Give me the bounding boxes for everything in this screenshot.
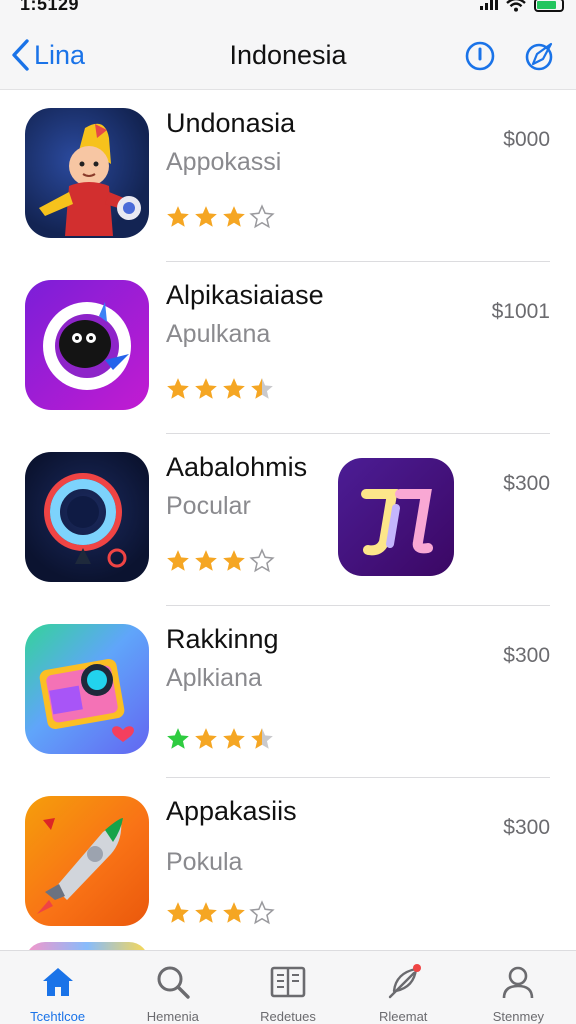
app-icon-rocket: [25, 796, 149, 926]
tab-search[interactable]: Hemenia: [115, 951, 230, 1024]
star-rating: [165, 376, 275, 402]
star-empty-icon: [249, 548, 275, 573]
navigation-bar: Lina Indonesia: [0, 18, 576, 90]
star-rating: [165, 548, 275, 574]
app-price[interactable]: $1001: [492, 300, 550, 324]
status-time: 1:5129: [20, 0, 80, 14]
app-row[interactable]: Rakkinng Aplkiana $300: [0, 606, 576, 778]
tab-label: Redetues: [260, 1009, 316, 1024]
orb-icon: [44, 473, 127, 568]
tab-feather[interactable]: Rleemat: [346, 951, 461, 1024]
app-name: Undonasia: [166, 108, 296, 138]
star-full-icon: [223, 550, 245, 571]
star-full-icon: [195, 550, 217, 571]
status-bar: 1:5129: [0, 0, 576, 18]
app-row[interactable]: Alpikasiaiase Apulkana $1001: [0, 262, 576, 434]
app-row[interactable]: Aabalohmis Pocular $300: [0, 434, 576, 606]
star-empty-icon: [249, 204, 275, 229]
app-row[interactable]: Undonasia Appokassi $000: [0, 90, 576, 262]
app-price[interactable]: $300: [503, 472, 550, 496]
app-row[interactable]: Appakasiis Pokula $300: [0, 778, 576, 950]
letter-logo-icon: [361, 489, 433, 556]
app-category: Appokassi: [166, 148, 282, 176]
star-half-icon: [251, 728, 273, 749]
wifi-icon: [506, 0, 526, 12]
app-name: Aabalohmis: [166, 452, 308, 482]
compass-icon[interactable]: [524, 40, 556, 72]
tab-label: Hemenia: [146, 1009, 199, 1024]
app-category: Pokula: [166, 848, 243, 876]
star-rating: [165, 900, 275, 926]
character-icon: [39, 123, 141, 236]
app-name: Rakkinng: [166, 624, 279, 654]
star-rating: [165, 204, 275, 230]
star-full-icon: [195, 902, 217, 923]
star-half-icon: [251, 378, 273, 399]
star-full-icon: [223, 206, 245, 227]
star-full-icon: [167, 378, 189, 399]
status-icons: [480, 0, 564, 12]
search-icon: [157, 966, 190, 999]
star-full-icon: [223, 902, 245, 923]
book-icon: [270, 966, 306, 998]
star-empty-icon: [249, 900, 275, 925]
home-icon: [42, 968, 73, 996]
app-category: Pocular: [166, 492, 251, 520]
app-price[interactable]: $300: [503, 644, 550, 668]
person-icon: [503, 966, 534, 999]
tab-bar: Tcehtlcoe Hemenia Redetues Rleemat Stenm…: [0, 950, 576, 1024]
app-name: Appakasiis: [166, 796, 297, 826]
app-price[interactable]: $000: [503, 128, 550, 152]
star-full-icon: [167, 550, 189, 571]
tab-account[interactable]: Stenmey: [461, 951, 576, 1024]
app-category: Aplkiana: [166, 664, 262, 692]
tab-label: Tcehtlcoe: [30, 1009, 86, 1024]
floating-app-icon[interactable]: [338, 458, 454, 576]
tab-library[interactable]: Redetues: [230, 951, 345, 1024]
app-icon-camera: [25, 624, 149, 754]
star-full-icon: [195, 206, 217, 227]
star-full-icon: [223, 728, 245, 749]
star-rating: [165, 726, 275, 752]
info-icon[interactable]: [464, 40, 496, 72]
star-full-icon: [167, 206, 189, 227]
star-full-icon: [167, 902, 189, 923]
star-full-icon: [223, 378, 245, 399]
rocket-icon: [37, 818, 123, 914]
tab-label: Rleemat: [379, 1009, 428, 1024]
app-category: Apulkana: [166, 320, 271, 348]
app-icon-character: [25, 108, 149, 238]
app-icon-orb: [25, 452, 149, 582]
camera-collage-icon: [39, 658, 134, 742]
star-full-icon: [167, 728, 189, 749]
app-name: Alpikasiaiase: [166, 280, 324, 310]
battery-icon: [534, 0, 564, 12]
app-price[interactable]: $300: [503, 816, 550, 840]
star-full-icon: [195, 728, 217, 749]
tab-label: Stenmey: [492, 1009, 545, 1024]
tab-home[interactable]: Tcehtlcoe: [0, 951, 115, 1024]
ring-creature-icon: [43, 302, 131, 390]
signal-icon: [480, 0, 498, 10]
app-icon-ring: [25, 280, 149, 410]
feather-icon: [389, 964, 422, 999]
star-full-icon: [195, 378, 217, 399]
